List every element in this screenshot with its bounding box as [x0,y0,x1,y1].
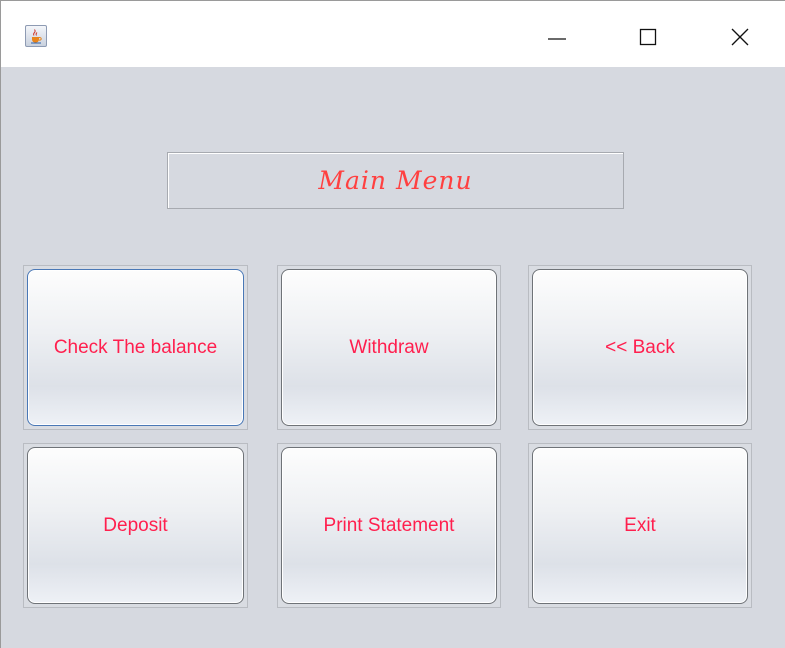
withdraw-button-frame: Withdraw [277,265,501,430]
withdraw-button[interactable]: Withdraw [281,269,497,426]
print-statement-button[interactable]: Print Statement [281,447,497,604]
title-bar[interactable] [1,1,785,67]
app-window: Main Menu Check The balance Withdraw << … [0,0,785,648]
main-menu-heading: Main Menu [167,152,624,209]
back-button[interactable]: << Back [532,269,748,426]
check-balance-button-frame: Check The balance [23,265,248,430]
minimize-icon [548,38,566,40]
check-balance-button[interactable]: Check The balance [27,269,244,426]
maximize-icon [639,28,657,46]
close-button[interactable] [720,19,760,55]
exit-button[interactable]: Exit [532,447,748,604]
exit-button-frame: Exit [528,443,752,608]
maximize-button[interactable] [628,19,668,55]
minimize-button[interactable] [537,19,577,55]
print-statement-button-frame: Print Statement [277,443,501,608]
deposit-button[interactable]: Deposit [27,447,244,604]
back-button-frame: << Back [528,265,752,430]
deposit-button-frame: Deposit [23,443,248,608]
java-cup-icon[interactable] [25,25,47,47]
close-icon [731,28,749,46]
